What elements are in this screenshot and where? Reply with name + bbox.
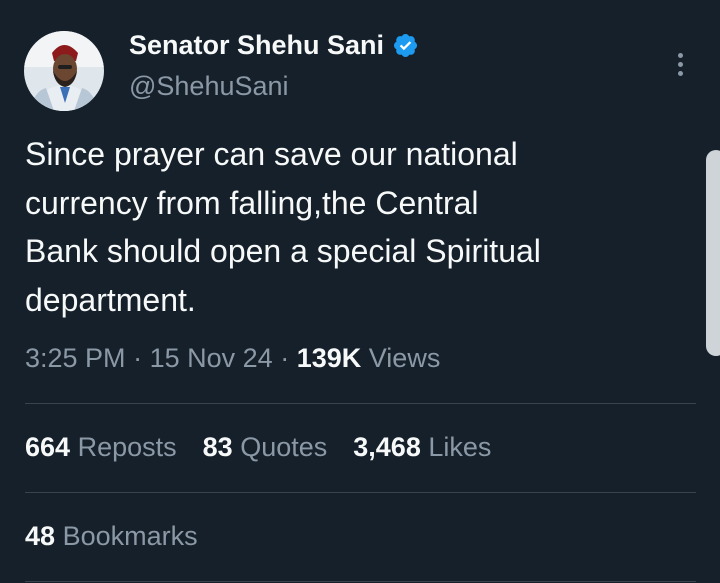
bookmarks-label: Bookmarks bbox=[62, 521, 198, 551]
author-name-text: Senator Shehu Sani bbox=[129, 30, 385, 60]
tweet-text: Since prayer can save our national curre… bbox=[25, 136, 541, 318]
engagement-stats: 664 Reposts 83 Quotes 3,468 Likes bbox=[25, 432, 491, 463]
meta-separator: · bbox=[133, 343, 143, 373]
bookmarks-stat[interactable]: 48 Bookmarks bbox=[25, 521, 198, 552]
likes-count: 3,468 bbox=[353, 432, 421, 462]
more-dot bbox=[677, 70, 683, 76]
views-label: Views bbox=[368, 343, 441, 373]
meta-separator: · bbox=[280, 343, 290, 373]
tweet-time[interactable]: 3:25 PM bbox=[25, 343, 126, 373]
reposts-count: 664 bbox=[25, 432, 71, 462]
divider bbox=[25, 581, 696, 582]
bookmarks-count: 48 bbox=[25, 521, 56, 551]
divider bbox=[25, 492, 696, 493]
likes-label: Likes bbox=[428, 432, 492, 462]
tweet-date[interactable]: 15 Nov 24 bbox=[150, 343, 273, 373]
views-count: 139K bbox=[296, 343, 362, 373]
edge-scroll-handle[interactable] bbox=[706, 150, 720, 356]
author-name[interactable]: Senator Shehu Sani bbox=[129, 30, 419, 61]
avatar[interactable] bbox=[24, 31, 104, 111]
likes-stat[interactable]: 3,468 Likes bbox=[353, 432, 491, 463]
more-dot bbox=[677, 61, 683, 67]
reposts-stat[interactable]: 664 Reposts bbox=[25, 432, 177, 463]
more-dot bbox=[677, 52, 683, 58]
verified-badge-icon bbox=[394, 33, 418, 58]
more-options-icon[interactable] bbox=[668, 48, 692, 80]
divider bbox=[25, 403, 696, 404]
reposts-label: Reposts bbox=[77, 432, 177, 462]
author-handle[interactable]: @ShehuSani bbox=[129, 71, 289, 102]
quotes-count: 83 bbox=[202, 432, 233, 462]
avatar-image bbox=[24, 31, 104, 111]
quotes-stat[interactable]: 83 Quotes bbox=[203, 432, 328, 463]
tweet-detail: Senator Shehu Sani @ShehuSani Since pray… bbox=[0, 0, 720, 583]
tweet-meta: 3:25 PM · 15 Nov 24 · 139K Views bbox=[25, 343, 440, 374]
quotes-label: Quotes bbox=[240, 432, 328, 462]
